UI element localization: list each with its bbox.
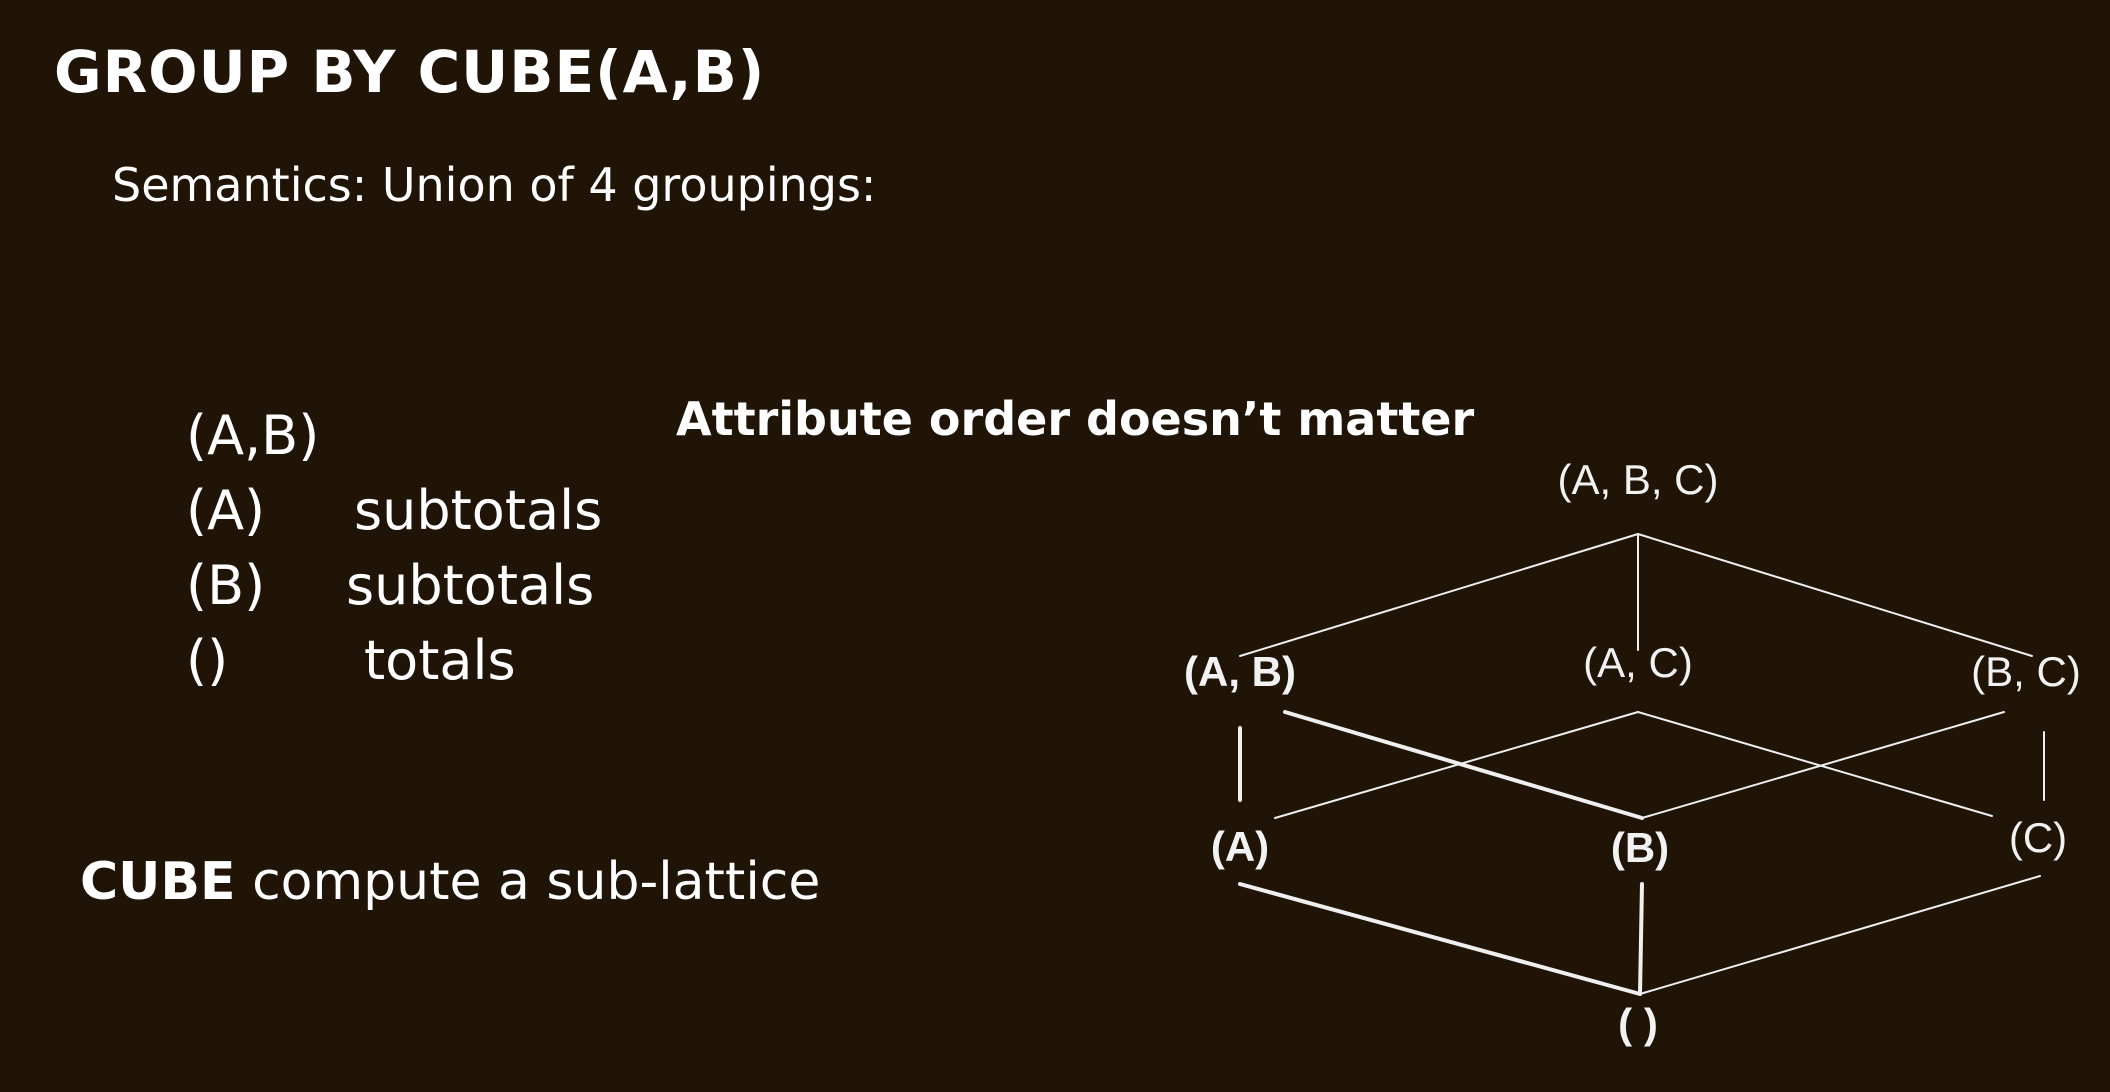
lattice-edge-abc-ab: [1239, 533, 1639, 657]
lattice-edge-b-empty: [1638, 882, 1644, 996]
lattice-edge-ac-c: [1637, 711, 1993, 817]
lattice-node-abc: (A, B, C): [1557, 456, 1718, 503]
lattice-node-empty: ( ): [1618, 1000, 1658, 1047]
lattice-node-bc: (B, C): [1971, 648, 2081, 695]
lattice-node-ac: (A, C): [1583, 639, 1693, 686]
cube-lattice-diagram: (A, B, C) (A, B) (A, C) (B, C) (A) (B) (…: [1184, 456, 2081, 1047]
lattice-node-ab: (A, B): [1184, 648, 1296, 695]
lattice-edge-c-empty: [1639, 875, 2041, 995]
lattice-edge-abc-bc: [1637, 533, 2033, 657]
lattice-edges: [1238, 533, 2045, 996]
lattice-nodes: (A, B, C) (A, B) (A, C) (B, C) (A) (B) (…: [1184, 456, 2081, 1047]
lattice-node-c: (C): [2009, 814, 2067, 861]
slide: GROUP BY CUBE(A,B) Semantics: Union of 4…: [0, 0, 2110, 1092]
lattice-node-b: (B): [1611, 824, 1669, 871]
lattice-edge-bc-b: [1641, 711, 2005, 819]
lattice-edge-a-empty: [1238, 882, 1642, 996]
lattice-edge-ab-b: [1283, 710, 1644, 820]
lattice-node-a: (A): [1211, 823, 1269, 870]
